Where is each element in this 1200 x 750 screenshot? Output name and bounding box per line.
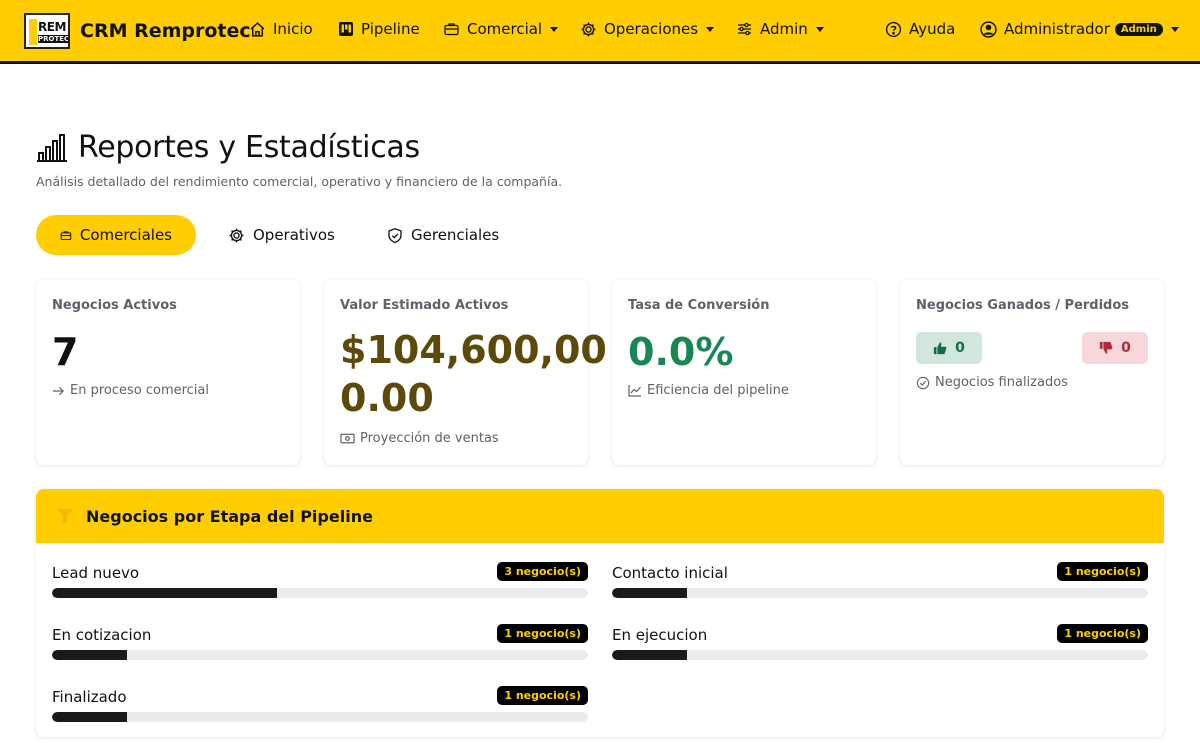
lost-count-badge: 0 xyxy=(1082,332,1148,364)
pipeline-stage-en-ejecucion: En ejecucion 1 negocio(s) xyxy=(612,624,1148,666)
top-navbar: REM PROTEC CRM Remprotec Inicio Pipeline… xyxy=(0,0,1200,64)
nav-item-comercial[interactable]: Comercial xyxy=(443,20,559,38)
card-value-line2: 0.00 xyxy=(340,376,434,420)
nav-item-label: Inicio xyxy=(273,20,313,38)
card-negocios-activos: Negocios Activos 7 En proceso comercial xyxy=(36,280,300,465)
card-ganados-perdidos: Negocios Ganados / Perdidos 0 0 Negocios… xyxy=(900,280,1164,465)
user-menu[interactable]: Administrador Admin xyxy=(980,20,1179,38)
card-footer: Eficiencia del pipeline xyxy=(628,383,789,398)
tab-label: Comerciales xyxy=(79,226,172,244)
page-title: Reportes y Estadísticas xyxy=(36,130,420,165)
thumbs-down-icon xyxy=(1100,341,1113,354)
briefcase-icon xyxy=(60,230,72,240)
progress-track xyxy=(52,650,588,660)
progress-track xyxy=(52,588,588,598)
chevron-down-icon xyxy=(550,26,559,32)
pipeline-stages-panel: Negocios por Etapa del Pipeline Lead nue… xyxy=(36,489,1164,737)
stage-name: En ejecucion xyxy=(612,626,708,644)
progress-track xyxy=(52,712,588,722)
progress-fill xyxy=(612,588,688,598)
kanban-icon xyxy=(339,22,353,36)
nav-item-inicio[interactable]: Inicio xyxy=(249,20,313,38)
tab-label: Operativos xyxy=(253,226,335,244)
stage-name: En cotizacion xyxy=(52,626,152,644)
tab-comerciales[interactable]: Comerciales xyxy=(36,215,196,255)
brand-name: CRM Remprotec xyxy=(80,19,251,42)
line-chart-icon xyxy=(628,385,641,397)
progress-fill xyxy=(612,650,688,660)
pipeline-stage-contacto-inicial: Contacto inicial 1 negocio(s) xyxy=(612,562,1148,604)
stage-count-badge: 3 negocio(s) xyxy=(497,562,588,581)
card-label: Valor Estimado Activos xyxy=(340,298,509,313)
user-circle-icon xyxy=(980,20,997,38)
card-value: $104,600,00 0.00 xyxy=(340,326,607,422)
page-title-text: Reportes y Estadísticas xyxy=(78,130,420,165)
role-badge: Admin xyxy=(1114,22,1163,36)
tab-gerenciales[interactable]: Gerenciales xyxy=(387,215,499,255)
help-label: Ayuda xyxy=(909,20,956,38)
help-link[interactable]: Ayuda xyxy=(885,20,955,38)
shield-check-icon xyxy=(388,227,402,243)
pipeline-stage-en-cotizacion: En cotizacion 1 negocio(s) xyxy=(52,624,588,666)
pipeline-stage-finalizado: Finalizado 1 negocio(s) xyxy=(52,686,588,728)
card-value: 7 xyxy=(52,330,79,374)
briefcase-icon xyxy=(444,23,459,36)
progress-fill xyxy=(52,588,278,598)
panel-header: Negocios por Etapa del Pipeline xyxy=(36,489,1164,543)
nav-item-label: Admin xyxy=(760,20,808,38)
pipeline-stage-lead-nuevo: Lead nuevo 3 negocio(s) xyxy=(52,562,588,604)
question-circle-icon xyxy=(885,21,902,37)
nav-item-admin[interactable]: Admin xyxy=(736,20,824,38)
logo-text-top: REM xyxy=(38,19,66,34)
sliders-icon xyxy=(738,22,751,36)
chevron-down-icon xyxy=(706,26,715,32)
tab-label: Gerenciales xyxy=(411,226,500,244)
card-footer: Proyección de ventas xyxy=(340,431,499,446)
card-label: Tasa de Conversión xyxy=(628,298,770,313)
chevron-down-icon xyxy=(1170,26,1179,32)
stage-count-badge: 1 negocio(s) xyxy=(497,624,588,643)
nav-item-label: Operaciones xyxy=(604,20,699,38)
gear-icon xyxy=(581,22,596,36)
won-count-badge: 0 xyxy=(916,332,982,364)
card-label: Negocios Ganados / Perdidos xyxy=(916,298,1130,313)
arrow-right-icon xyxy=(52,386,64,395)
progress-track xyxy=(612,588,1148,598)
panel-title: Negocios por Etapa del Pipeline xyxy=(86,506,373,526)
card-valor-estimado: Valor Estimado Activos $104,600,00 0.00 … xyxy=(324,280,607,465)
progress-track xyxy=(612,650,1148,660)
bar-chart-icon xyxy=(37,133,67,162)
logo-text-bottom: PROTEC xyxy=(38,34,70,43)
card-label: Negocios Activos xyxy=(52,298,177,313)
gear-icon xyxy=(229,228,244,242)
card-value-line1: $104,600,00 xyxy=(340,328,607,372)
stage-count-badge: 1 negocio(s) xyxy=(1057,624,1148,643)
stage-count-badge: 1 negocio(s) xyxy=(497,686,588,705)
check-circle-icon xyxy=(916,376,930,389)
brand[interactable]: REM PROTEC CRM Remprotec xyxy=(24,12,251,49)
tab-operativos[interactable]: Operativos xyxy=(228,215,335,255)
nav-item-pipeline[interactable]: Pipeline xyxy=(338,20,420,38)
thumbs-up-icon xyxy=(934,342,947,355)
nav-item-label: Comercial xyxy=(467,20,543,38)
progress-fill xyxy=(52,712,128,722)
home-icon xyxy=(250,21,265,37)
card-footer: Negocios finalizados xyxy=(916,375,1068,390)
nav-item-label: Pipeline xyxy=(361,20,420,38)
chevron-down-icon xyxy=(815,26,824,32)
card-value: 0.0% xyxy=(628,330,734,374)
nav-item-operaciones[interactable]: Operaciones xyxy=(580,20,715,38)
stage-name: Lead nuevo xyxy=(52,564,140,582)
stage-count-badge: 1 negocio(s) xyxy=(1057,562,1148,581)
user-name: Administrador xyxy=(1004,20,1110,38)
cash-icon xyxy=(340,433,355,444)
progress-fill xyxy=(52,650,128,660)
brand-logo: REM PROTEC xyxy=(24,12,70,49)
card-footer: En proceso comercial xyxy=(52,383,209,398)
stage-name: Finalizado xyxy=(52,688,127,706)
card-tasa-conversion: Tasa de Conversión 0.0% Eficiencia del p… xyxy=(612,280,876,465)
funnel-icon xyxy=(57,509,73,524)
stage-name: Contacto inicial xyxy=(612,564,728,582)
page-subtitle: Análisis detallado del rendimiento comer… xyxy=(36,174,563,189)
